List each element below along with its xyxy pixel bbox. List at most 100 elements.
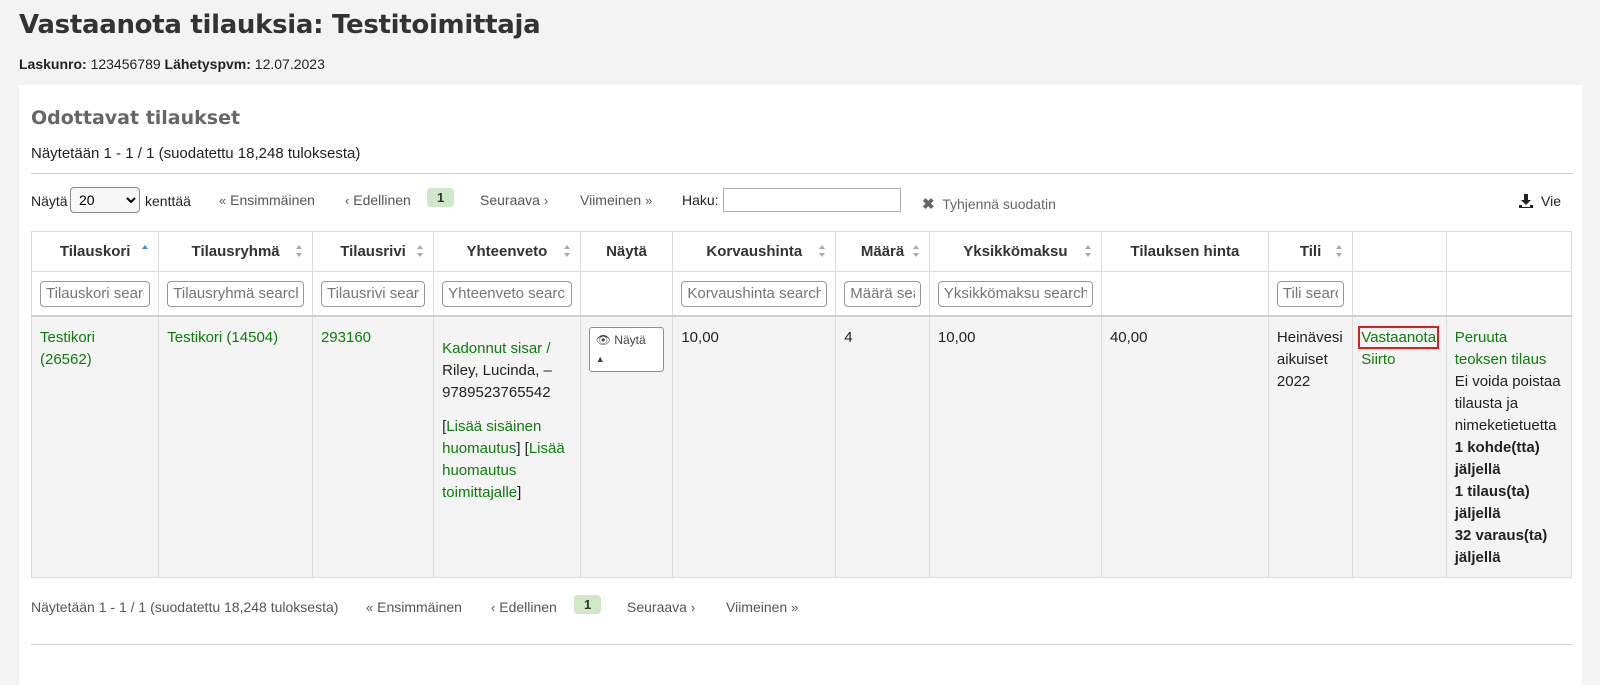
receive-link[interactable]: Vastaanota bbox=[1358, 326, 1440, 349]
filter-basket-input[interactable] bbox=[40, 280, 151, 307]
sort-ascending-icon bbox=[142, 245, 149, 257]
divider bbox=[31, 644, 1573, 645]
cell-group: Testikori (14504) bbox=[158, 315, 313, 578]
cell-basket: Testikori (26562) bbox=[30, 315, 160, 578]
group-link[interactable]: Testikori (14504) bbox=[167, 329, 278, 346]
divider bbox=[31, 173, 1573, 174]
column-header-fund[interactable]: Tili bbox=[1267, 231, 1354, 272]
invoice-meta: Laskunro: 123456789 Lähetyspvm: 12.07.20… bbox=[19, 56, 325, 72]
isbn-text: 9789523765542 bbox=[442, 384, 551, 401]
column-header-unitcost[interactable]: Yksikkömaksu bbox=[928, 231, 1102, 272]
order-line-link[interactable]: 293160 bbox=[321, 329, 371, 346]
filter-replacement-input[interactable] bbox=[681, 280, 828, 307]
prev-page-label: Edellinen bbox=[499, 599, 557, 615]
column-header-actions-2 bbox=[1445, 231, 1573, 272]
bottom-last-page-link[interactable]: Viimeinen » bbox=[726, 599, 798, 615]
next-page-label: Seuraava bbox=[480, 192, 540, 208]
note-links: [Lisää sisäinen huomautus] [Lisää huomau… bbox=[442, 416, 572, 504]
last-page-label: Viimeinen bbox=[726, 599, 788, 615]
sort-icon bbox=[563, 245, 571, 257]
last-page-label: Viimeinen bbox=[580, 192, 642, 208]
bottom-current-page-button[interactable]: 1 bbox=[574, 595, 602, 614]
filter-unitcost-input[interactable] bbox=[937, 280, 1093, 307]
clear-filter-button[interactable]: ✖ Tyhjennä suodatin bbox=[922, 195, 1056, 213]
items-left-text: 1 kohde(tta) jäljellä bbox=[1454, 439, 1540, 478]
search-input[interactable] bbox=[723, 188, 901, 212]
column-header-group[interactable]: Tilausryhmä bbox=[158, 231, 313, 272]
section-title: Odottavat tilaukset bbox=[31, 107, 241, 129]
transfer-link[interactable]: Siirto bbox=[1361, 351, 1395, 368]
cell-replacement: 10,00 bbox=[672, 315, 837, 578]
double-chevron-right-icon: » bbox=[645, 193, 653, 208]
chevron-left-icon: ‹ bbox=[491, 600, 496, 615]
bracket: ] [ bbox=[516, 440, 529, 457]
filter-group-input[interactable] bbox=[167, 280, 304, 307]
filter-row bbox=[30, 271, 1573, 317]
prev-page-label: Edellinen bbox=[353, 192, 411, 208]
double-chevron-left-icon: « bbox=[366, 600, 374, 615]
table-toolbar: Näytä 20 kenttää « Ensimmäinen ‹ Edellin… bbox=[31, 187, 1573, 215]
sort-icon bbox=[1084, 245, 1092, 257]
search-label: Haku: bbox=[682, 192, 719, 208]
shipping-date: 12.07.2023 bbox=[254, 56, 325, 72]
page-size-select[interactable]: 20 bbox=[70, 187, 140, 213]
bottom-next-page-link[interactable]: Seuraava › bbox=[627, 599, 695, 615]
author-text: Riley, Lucinda, – bbox=[442, 362, 552, 379]
next-page-link[interactable]: Seuraava › bbox=[480, 192, 548, 208]
page-size-label: Näytä bbox=[31, 193, 68, 209]
filter-fund-input[interactable] bbox=[1276, 280, 1345, 307]
column-header-line[interactable]: Tilausrivi bbox=[311, 231, 435, 272]
filter-summary-input[interactable] bbox=[442, 280, 572, 307]
eye-icon: 👁 bbox=[595, 333, 611, 347]
cancel-order-link[interactable]: Peruuta teoksen tilaus bbox=[1455, 329, 1547, 368]
bottom-first-page-link[interactable]: « Ensimmäinen bbox=[366, 599, 462, 615]
filter-empty-cell bbox=[579, 271, 674, 317]
column-header-view: Näytä bbox=[579, 231, 674, 272]
column-header-ordercost: Tilauksen hinta bbox=[1100, 231, 1269, 272]
filter-line-input[interactable] bbox=[320, 280, 426, 307]
close-icon: ✖ bbox=[922, 196, 935, 213]
basket-link[interactable]: Testikori (26562) bbox=[40, 329, 95, 368]
caret-up-icon: ▲ bbox=[595, 354, 605, 364]
cell-view: 👁 Näytä ▲ bbox=[579, 315, 674, 578]
entries-label: kenttää bbox=[145, 193, 191, 209]
header-row: Tilauskori Tilausryhmä Tilausrivi Yhteen… bbox=[30, 231, 1573, 272]
sort-icon bbox=[295, 245, 303, 257]
column-header-replacement[interactable]: Korvaushinta bbox=[672, 231, 837, 272]
sort-icon bbox=[819, 245, 826, 257]
cell-receive: Vastaanota Siirto bbox=[1352, 315, 1447, 578]
column-header-summary[interactable]: Yhteenveto bbox=[433, 231, 581, 272]
cell-summary: Kadonnut sisar / Riley, Lucinda, – 97895… bbox=[433, 315, 581, 578]
filter-empty-cell bbox=[1100, 271, 1269, 317]
chevron-right-icon: › bbox=[543, 193, 549, 208]
first-page-link[interactable]: « Ensimmäinen bbox=[219, 192, 315, 208]
invoice-number: 123456789 bbox=[90, 56, 161, 72]
filter-quantity-input[interactable] bbox=[844, 280, 921, 307]
filter-empty-cell bbox=[1445, 271, 1573, 317]
cannot-delete-text: Ei voida poistaa tilausta ja nimeketietu… bbox=[1454, 373, 1561, 434]
holds-left-text: 32 varaus(ta) jäljellä bbox=[1454, 527, 1548, 566]
download-icon bbox=[1519, 194, 1534, 208]
bottom-prev-page-link[interactable]: ‹ Edellinen bbox=[491, 599, 557, 615]
view-dropdown-button[interactable]: 👁 Näytä ▲ bbox=[588, 327, 665, 372]
next-page-label: Seuraava bbox=[627, 599, 687, 615]
bracket: ] bbox=[517, 484, 522, 501]
double-chevron-right-icon: » bbox=[791, 600, 799, 615]
cell-unitcost: 10,00 bbox=[928, 315, 1102, 578]
column-header-quantity[interactable]: Määrä bbox=[835, 231, 930, 272]
bottom-pager: Näytetään 1 - 1 / 1 (suodatettu 18,248 t… bbox=[31, 595, 1031, 621]
cell-quantity: 4 bbox=[835, 315, 930, 578]
shipping-date-label: Lähetyspvm: bbox=[164, 56, 251, 72]
prev-page-link[interactable]: ‹ Edellinen bbox=[345, 192, 411, 208]
export-label: Vie bbox=[1541, 193, 1561, 209]
last-page-link[interactable]: Viimeinen » bbox=[580, 192, 652, 208]
sort-icon bbox=[417, 245, 424, 257]
cell-ordercost: 40,00 bbox=[1100, 315, 1269, 578]
current-page-button[interactable]: 1 bbox=[427, 188, 455, 207]
first-page-label: Ensimmäinen bbox=[377, 599, 462, 615]
title-link[interactable]: Kadonnut sisar / bbox=[442, 340, 550, 357]
pending-orders-table: Tilauskori Tilausryhmä Tilausrivi Yhteen… bbox=[30, 231, 1573, 578]
column-header-basket[interactable]: Tilauskori bbox=[30, 231, 160, 272]
cell-line: 293160 bbox=[311, 315, 435, 578]
export-button[interactable]: Vie bbox=[1518, 193, 1561, 209]
